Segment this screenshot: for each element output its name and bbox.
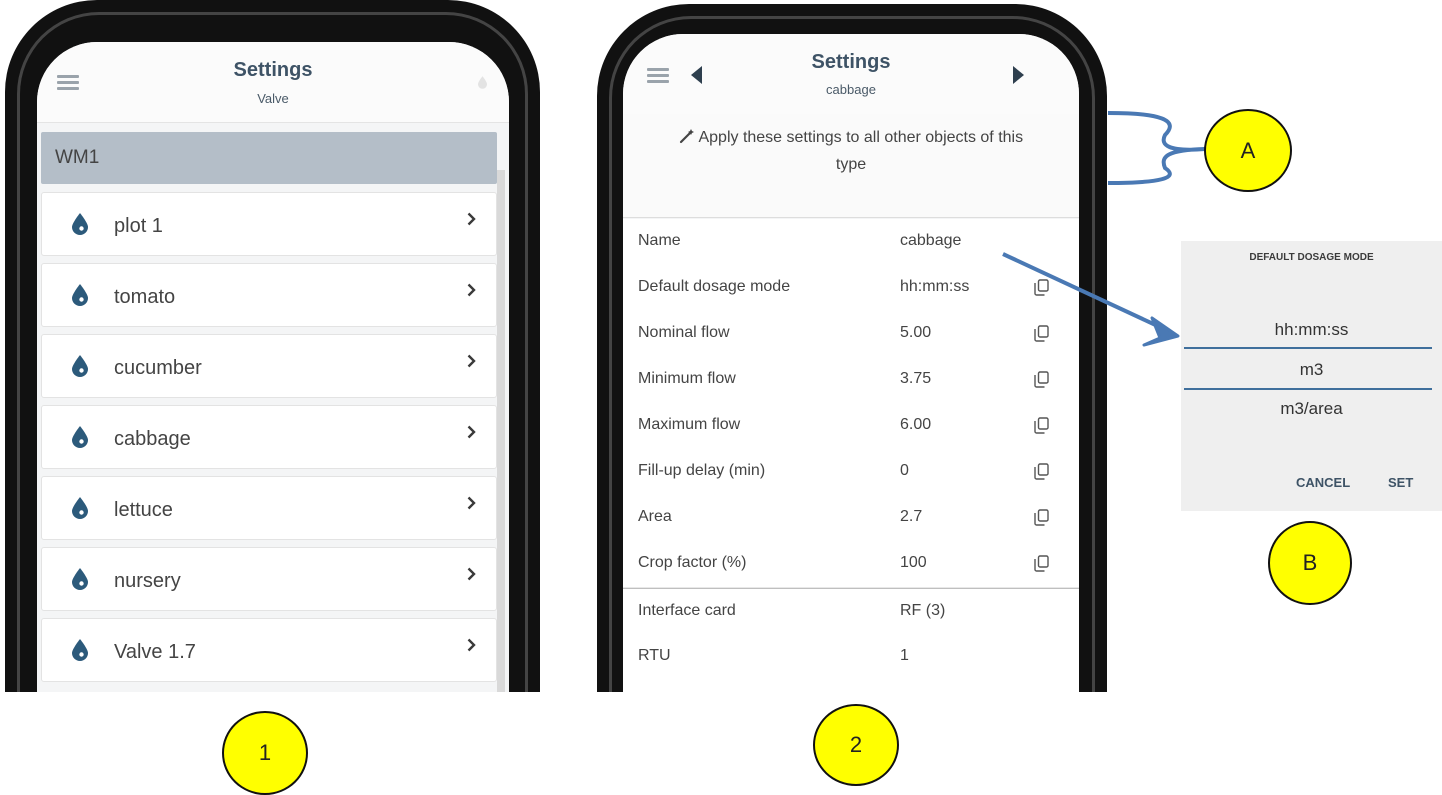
- callout-a-label: A: [1240, 138, 1256, 163]
- arrow-to-dialog-shaft: [1002, 252, 1163, 330]
- callout-1-label: 1: [258, 740, 272, 765]
- callout-1: 1: [222, 711, 308, 795]
- callout-b-label: B: [1302, 550, 1318, 575]
- callout-b: B: [1268, 521, 1352, 605]
- callout-a: A: [1204, 109, 1292, 192]
- callout-2: 2: [813, 704, 899, 786]
- brace-a: [1107, 111, 1206, 185]
- callout-2-label: 2: [849, 732, 863, 757]
